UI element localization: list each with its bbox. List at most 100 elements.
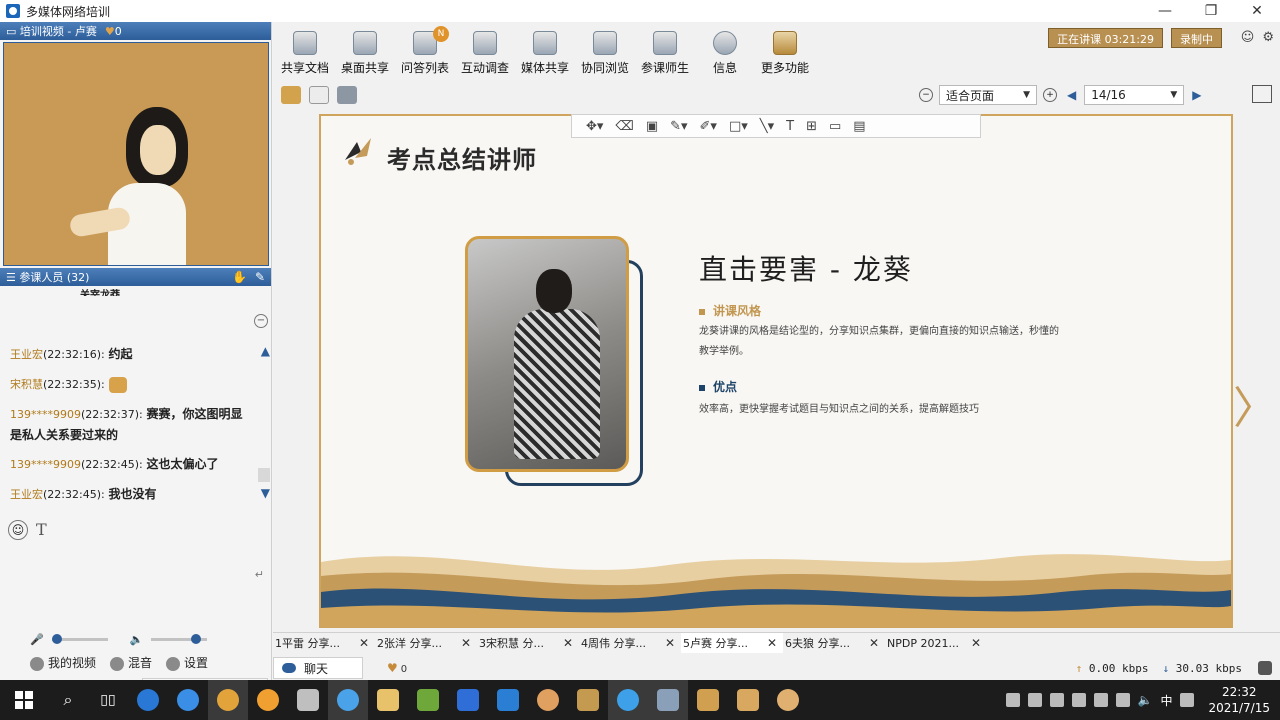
- mix-button[interactable]: 混音: [110, 654, 152, 671]
- more-functions-button[interactable]: 更多功能: [755, 22, 815, 80]
- chat-user[interactable]: 139****9909: [10, 408, 81, 421]
- screenshot-icon[interactable]: [337, 86, 357, 104]
- participants-button[interactable]: 参课师生: [635, 22, 695, 80]
- restore-button[interactable]: ❐: [1188, 0, 1234, 22]
- microphone-icon[interactable]: 🎤: [30, 633, 44, 646]
- close-icon[interactable]: ✕: [767, 636, 777, 650]
- doc-tab[interactable]: 1平雷 分享... ✕: [273, 633, 375, 653]
- user-icon[interactable]: ☺: [1241, 30, 1255, 45]
- search-button[interactable]: ⌕: [48, 680, 88, 720]
- doc-tab[interactable]: 6夫狼 分享... ✕: [783, 633, 885, 653]
- font-icon[interactable]: T: [36, 520, 47, 540]
- taskbar-app[interactable]: [168, 680, 208, 720]
- settings-button[interactable]: 设置: [166, 654, 208, 671]
- doc-tab-active[interactable]: 5卢赛 分享... ✕: [681, 633, 783, 653]
- taskbar-app[interactable]: [608, 680, 648, 720]
- taskbar-app[interactable]: [248, 680, 288, 720]
- zoom-in-icon[interactable]: +: [1043, 88, 1057, 102]
- volume-icon[interactable]: 🔈: [1138, 693, 1153, 707]
- scroll-down-icon[interactable]: ▼: [261, 486, 270, 500]
- rectangle-icon[interactable]: □▾: [729, 119, 748, 134]
- settings-icon[interactable]: ⚙: [1262, 30, 1274, 45]
- taskbar-app[interactable]: [648, 680, 688, 720]
- qa-list-button[interactable]: N 问答列表: [395, 22, 455, 80]
- tray-doc-icon[interactable]: [1071, 693, 1086, 707]
- page-select[interactable]: 14/16 ▼: [1084, 85, 1185, 105]
- taskbar-app[interactable]: [448, 680, 488, 720]
- close-icon[interactable]: ✕: [563, 636, 573, 650]
- chat-scrollbar[interactable]: [258, 468, 270, 482]
- collapse-icon[interactable]: −: [254, 314, 268, 328]
- close-icon[interactable]: ✕: [665, 636, 675, 650]
- blank-tool-icon[interactable]: ▭: [829, 119, 841, 134]
- text-tool-icon[interactable]: T: [786, 119, 794, 134]
- fullscreen-icon[interactable]: [1252, 85, 1272, 103]
- close-button[interactable]: ✕: [1234, 0, 1280, 22]
- taskbar-app[interactable]: [408, 680, 448, 720]
- attendee-settings-icon[interactable]: ✎: [255, 270, 265, 284]
- zoom-out-icon[interactable]: −: [919, 88, 933, 102]
- taskbar-app[interactable]: [528, 680, 568, 720]
- taskbar-app[interactable]: [288, 680, 328, 720]
- bluetooth-icon[interactable]: [1093, 693, 1108, 707]
- clock[interactable]: 22:32 2021/7/15: [1208, 684, 1270, 716]
- chat-user[interactable]: 宋积慧: [10, 378, 43, 391]
- new-page-icon[interactable]: [309, 86, 329, 104]
- attendees-header[interactable]: ☰ 参课人员 (32) ✋ ✎: [0, 268, 271, 286]
- start-button[interactable]: [0, 680, 48, 720]
- speaker-icon[interactable]: 🔈: [130, 633, 144, 646]
- move-tool-icon[interactable]: ✥▾: [586, 119, 603, 134]
- raise-hand-icon[interactable]: ✋: [232, 270, 247, 284]
- chat-user[interactable]: 王业宏: [10, 348, 43, 361]
- recording-status[interactable]: 录制中: [1171, 28, 1222, 48]
- mic-volume-knob[interactable]: [51, 633, 62, 644]
- media-share-button[interactable]: 媒体共享: [515, 22, 575, 80]
- close-icon[interactable]: ✕: [869, 636, 879, 650]
- save-snapshot-icon[interactable]: ▤: [853, 119, 865, 134]
- tray-shield-icon[interactable]: [1027, 693, 1042, 707]
- chat-tab[interactable]: 聊天: [273, 657, 363, 679]
- zoom-select[interactable]: 适合页面 ▼: [939, 85, 1037, 105]
- clear-icon[interactable]: ▣: [646, 119, 658, 134]
- close-icon[interactable]: ✕: [461, 636, 471, 650]
- speaker-volume-slider[interactable]: [151, 633, 208, 644]
- speaker-volume-knob[interactable]: [190, 633, 201, 644]
- mic-volume-slider[interactable]: [51, 633, 108, 644]
- emoji-icon[interactable]: ☺: [8, 520, 28, 540]
- taskbar-app[interactable]: [728, 680, 768, 720]
- send-icon[interactable]: ↵: [255, 568, 264, 581]
- scroll-up-icon[interactable]: ▲: [261, 344, 270, 358]
- share-document-button[interactable]: 共享文档: [275, 22, 335, 80]
- my-video-button[interactable]: 我的视频: [30, 654, 96, 671]
- taskbar-app[interactable]: [368, 680, 408, 720]
- next-page-icon[interactable]: ▶: [1192, 88, 1201, 102]
- taskbar-app[interactable]: [568, 680, 608, 720]
- heart-icon[interactable]: ♥: [105, 25, 115, 38]
- doc-tab[interactable]: NPDP 2021... ✕: [885, 633, 987, 653]
- eraser-icon[interactable]: ⌫: [615, 119, 633, 134]
- open-folder-icon[interactable]: [281, 86, 301, 104]
- tray-grid-icon[interactable]: [1005, 693, 1020, 707]
- taskbar-app[interactable]: [328, 680, 368, 720]
- ime-indicator[interactable]: 中: [1160, 692, 1172, 709]
- doc-tab[interactable]: 2张洋 分享... ✕: [375, 633, 477, 653]
- taskbar-app[interactable]: [128, 680, 168, 720]
- taskbar-app[interactable]: [208, 680, 248, 720]
- ime-app-icon[interactable]: [1180, 693, 1195, 707]
- pen-icon[interactable]: ✎▾: [670, 119, 687, 134]
- co-browse-button[interactable]: 协同浏览: [575, 22, 635, 80]
- info-button[interactable]: 信息: [695, 22, 755, 80]
- grid-tool-icon[interactable]: ⊞: [806, 119, 817, 134]
- taskbar-app[interactable]: [488, 680, 528, 720]
- slide-next-arrow[interactable]: 〉: [1233, 372, 1277, 436]
- wifi-icon[interactable]: [1115, 693, 1130, 707]
- taskbar-app[interactable]: [688, 680, 728, 720]
- chat-user[interactable]: 王业宏: [10, 488, 43, 501]
- doc-tab[interactable]: 3宋积慧 分... ✕: [477, 633, 579, 653]
- survey-button[interactable]: 互动调查: [455, 22, 515, 80]
- close-icon[interactable]: ✕: [359, 636, 369, 650]
- attendee-list-item[interactable]: 关宰龙莽: [0, 286, 271, 296]
- task-view-button[interactable]: ▯▯: [88, 680, 128, 720]
- like-button[interactable]: ♥ 0: [387, 661, 407, 675]
- network-icon[interactable]: [1258, 661, 1272, 675]
